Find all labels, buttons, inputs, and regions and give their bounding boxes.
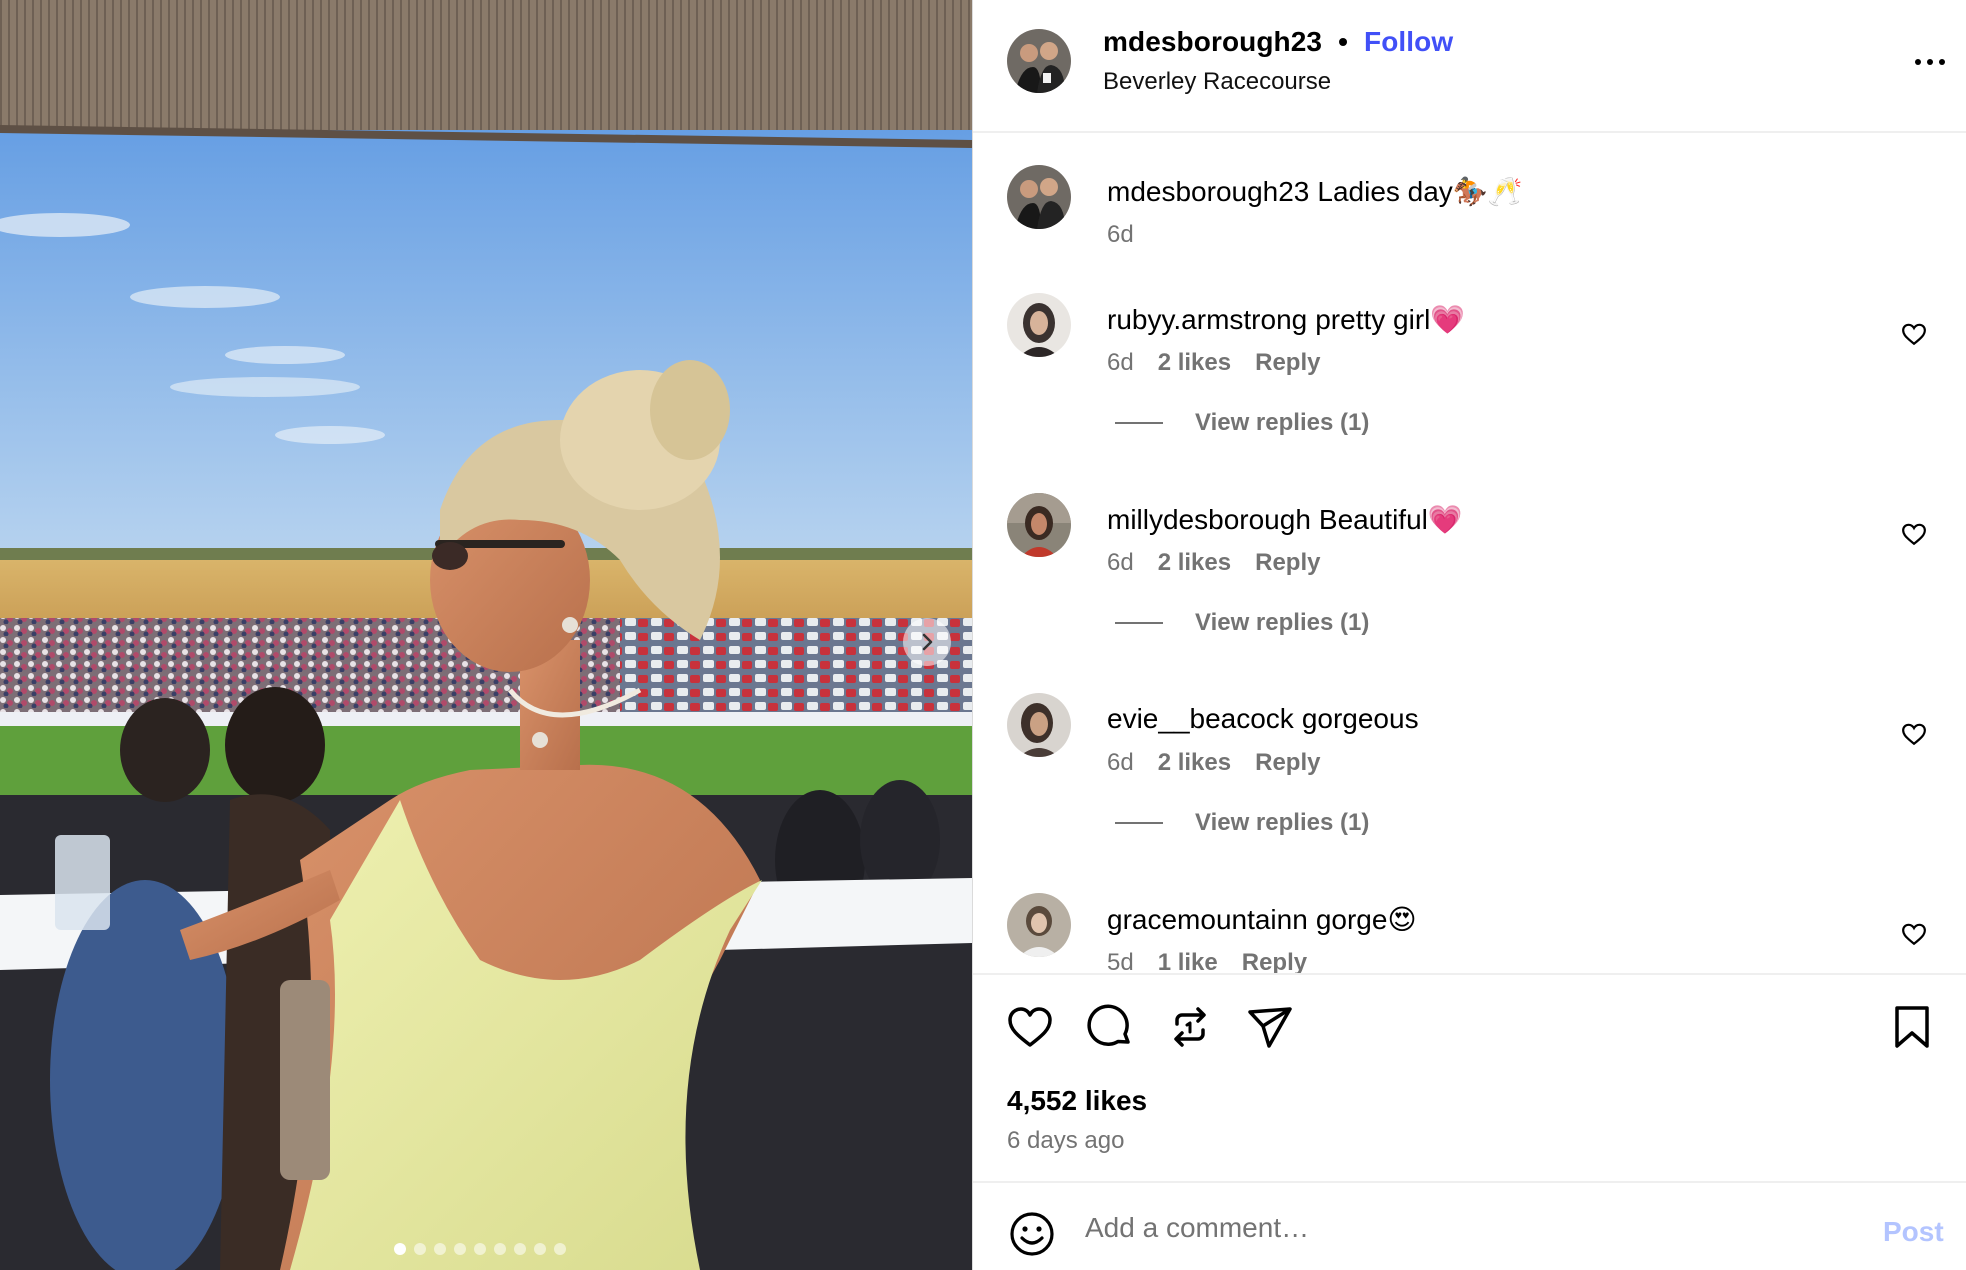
comment-body: pretty girl💗 (1315, 304, 1466, 335)
carousel-dot (414, 1243, 426, 1255)
replies-divider (1115, 822, 1163, 824)
caption-text: mdesborough23 Ladies day🏇🥂 (1107, 175, 1523, 208)
caption-meta: 6d (1107, 221, 1134, 249)
chevron-right-icon (922, 633, 933, 651)
separator-dot: • (1338, 26, 1349, 57)
comment-likes[interactable]: 2 likes (1158, 749, 1231, 777)
reply-button[interactable]: Reply (1255, 549, 1320, 577)
carousel-dot (454, 1243, 466, 1255)
reply-button[interactable]: Reply (1242, 949, 1307, 973)
caption-avatar[interactable] (1007, 165, 1071, 229)
carousel-indicator (394, 1243, 566, 1255)
post-location[interactable]: Beverley Racecourse (1103, 68, 1331, 96)
comment-time: 5d (1107, 949, 1134, 973)
view-replies-label: View replies (1) (1195, 409, 1370, 436)
view-replies-button[interactable]: View replies (1) (1115, 409, 1369, 437)
heart-icon[interactable] (1005, 1002, 1055, 1052)
view-replies-label: View replies (1) (1195, 809, 1370, 836)
comment-like-heart-icon[interactable] (1901, 721, 1927, 747)
repost-icon[interactable] (1165, 1002, 1215, 1052)
more-horizontal-icon (1915, 59, 1921, 65)
smiley-icon[interactable] (1007, 1209, 1057, 1259)
comment-username[interactable]: gracemountainn (1107, 904, 1308, 935)
comment-username[interactable]: millydesborough (1107, 504, 1311, 535)
comment-input[interactable] (1085, 1203, 1785, 1253)
post-side-panel: mdesborough23 • Follow Beverley Racecour… (972, 0, 1966, 1270)
likes-count[interactable]: 4,552 likes (1007, 1085, 1147, 1117)
replies-divider (1115, 422, 1163, 424)
carousel-next-button[interactable] (903, 618, 951, 666)
caption-time: 6d (1107, 221, 1134, 248)
replies-divider (1115, 622, 1163, 624)
caption-username[interactable]: mdesborough23 (1107, 176, 1309, 207)
author-avatar[interactable] (1007, 29, 1071, 93)
caption-body: Ladies day🏇🥂 (1317, 176, 1523, 207)
post-header: mdesborough23 • Follow Beverley Racecour… (973, 0, 1966, 133)
post-actions-bar: 4,552 likes 6 days ago (973, 973, 1966, 1181)
carousel-dot (554, 1243, 566, 1255)
comment-meta: 6d 2 likes Reply (1107, 749, 1320, 777)
commenter-avatar[interactable] (1007, 693, 1071, 757)
view-replies-button[interactable]: View replies (1) (1115, 809, 1369, 837)
comment-text: gracemountainn gorge😍 (1107, 903, 1417, 936)
comment-like-heart-icon[interactable] (1901, 321, 1927, 347)
author-header: mdesborough23 • Follow (1103, 26, 1453, 58)
comment-icon[interactable] (1085, 1002, 1135, 1052)
carousel-dot (474, 1243, 486, 1255)
post-comment-button[interactable]: Post (1883, 1216, 1944, 1248)
carousel-dot (494, 1243, 506, 1255)
comment-meta: 6d 2 likes Reply (1107, 549, 1320, 577)
comment-body: gorgeous (1301, 703, 1419, 734)
commenter-avatar[interactable] (1007, 493, 1071, 557)
carousel-dot (394, 1243, 406, 1255)
carousel-dot (434, 1243, 446, 1255)
comment-time: 6d (1107, 549, 1134, 576)
comment-likes[interactable]: 2 likes (1158, 549, 1231, 577)
carousel-dot (534, 1243, 546, 1255)
add-comment-bar: Post (973, 1181, 1966, 1270)
comment-like-heart-icon[interactable] (1901, 921, 1927, 947)
comments-list[interactable]: mdesborough23 Ladies day🏇🥂 6d rubyy.armst… (973, 135, 1966, 973)
comment-text: rubyy.armstrong pretty girl💗 (1107, 303, 1465, 336)
comment-text: evie__beacock gorgeous (1107, 703, 1419, 735)
comment-body: Beautiful💗 (1318, 504, 1463, 535)
more-options-button[interactable] (1915, 50, 1951, 74)
comment-username[interactable]: rubyy.armstrong (1107, 304, 1307, 335)
comment-body: gorge😍 (1315, 904, 1417, 935)
follow-button[interactable]: Follow (1364, 26, 1453, 58)
bookmark-icon[interactable] (1887, 1002, 1937, 1052)
reply-button[interactable]: Reply (1255, 349, 1320, 377)
carousel-dot (514, 1243, 526, 1255)
view-replies-label: View replies (1) (1195, 609, 1370, 636)
commenter-avatar[interactable] (1007, 293, 1071, 357)
commenter-avatar[interactable] (1007, 893, 1071, 957)
send-icon[interactable] (1245, 1002, 1295, 1052)
comment-time: 6d (1107, 749, 1134, 776)
view-replies-button[interactable]: View replies (1) (1115, 609, 1369, 637)
comment-likes[interactable]: 2 likes (1158, 349, 1231, 377)
post-image (0, 0, 972, 1270)
post-timestamp: 6 days ago (1007, 1127, 1125, 1154)
comment-like-heart-icon[interactable] (1901, 521, 1927, 547)
comment-meta: 5d 1 like Reply (1107, 949, 1307, 973)
comment-text: millydesborough Beautiful💗 (1107, 503, 1463, 536)
comment-time: 6d (1107, 349, 1134, 376)
author-username[interactable]: mdesborough23 (1103, 26, 1322, 58)
comment-likes[interactable]: 1 like (1158, 949, 1218, 973)
comment-username[interactable]: evie__beacock (1107, 703, 1294, 734)
comment-meta: 6d 2 likes Reply (1107, 349, 1320, 377)
post-photo[interactable] (0, 0, 972, 1270)
reply-button[interactable]: Reply (1255, 749, 1320, 777)
